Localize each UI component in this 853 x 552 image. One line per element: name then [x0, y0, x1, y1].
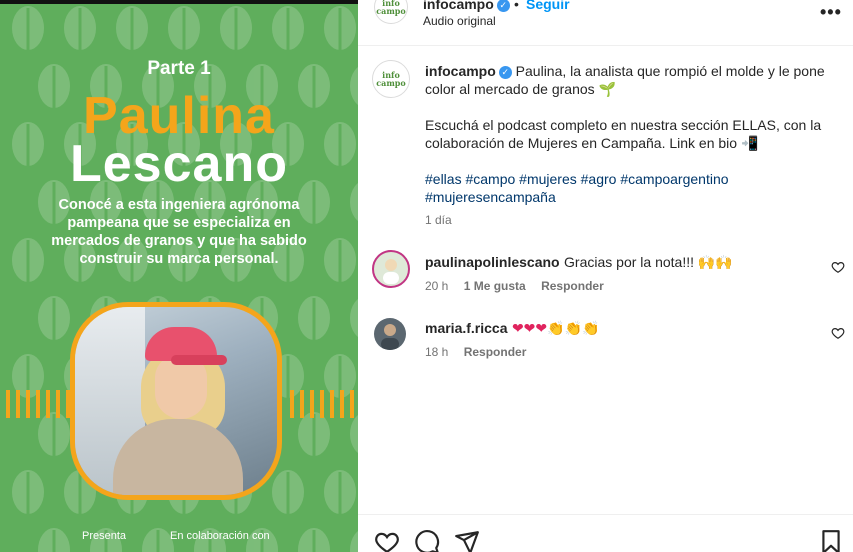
leaf-shape — [272, 6, 304, 50]
caption-text: infocampo ✓ Paulina, la analista que romp… — [425, 62, 835, 98]
comment-time: 20 h — [425, 279, 449, 293]
comment-username[interactable]: paulinapolinlescano — [425, 254, 560, 270]
leaf-shape — [64, 6, 96, 50]
comment-text: Gracias por la nota!!! 🙌🙌 — [564, 254, 733, 270]
leaf-shape — [168, 6, 200, 50]
audio-bars-right — [290, 390, 354, 418]
leaf-shape — [116, 6, 148, 50]
header-username[interactable]: infocampo ✓ — [423, 0, 510, 12]
heart-icon[interactable] — [831, 326, 845, 340]
commenter-avatar[interactable] — [374, 318, 406, 350]
portrait-photo — [70, 302, 282, 500]
leaf-shape — [272, 470, 304, 514]
audio-bars-left — [6, 390, 70, 418]
caption-username[interactable]: infocampo — [425, 63, 496, 79]
more-icon[interactable]: ••• — [820, 2, 842, 23]
post-side-panel: info campo infocampo ✓ • Seguir Audio ori… — [358, 0, 853, 552]
leaf-shape — [324, 470, 356, 514]
part-label: Parte 1 — [147, 58, 211, 79]
reply-button[interactable]: Responder — [541, 279, 604, 293]
leaf-shape — [350, 298, 358, 338]
leaf-shape — [38, 296, 70, 340]
caption-avatar[interactable]: info campo — [372, 60, 410, 98]
leaf-shape — [38, 528, 70, 552]
header-avatar[interactable]: info campo — [374, 0, 408, 24]
verified-icon: ✓ — [498, 66, 512, 79]
infocampo-logo-small: info campo — [376, 70, 406, 88]
commenter-avatar[interactable] — [372, 250, 410, 288]
last-name-title: Lescano — [70, 135, 288, 193]
follow-button[interactable]: Seguir — [526, 0, 570, 12]
leaf-shape — [298, 296, 330, 340]
bookmark-icon[interactable] — [818, 529, 844, 552]
comment-text: ❤❤❤👏👏👏 — [511, 320, 600, 336]
leaf-shape — [220, 6, 252, 50]
media-description: Conocé a esta ingeniera agrónoma pampean… — [51, 197, 307, 267]
reply-button[interactable]: Responder — [464, 345, 527, 359]
leaf-shape — [298, 412, 330, 456]
audio-original-link[interactable]: Audio original — [423, 14, 496, 28]
share-icon[interactable] — [454, 529, 480, 552]
separator-dot: • — [514, 0, 519, 12]
comment-icon[interactable] — [414, 529, 440, 552]
post-media[interactable]: Parte 1 Paulina Lescano Conocé a esta in… — [0, 0, 358, 552]
heart-icon[interactable] — [831, 260, 845, 274]
post-header: info campo infocampo ✓ • Seguir Audio ori… — [358, 0, 853, 46]
leaf-shape — [324, 6, 356, 50]
leaf-shape — [350, 414, 358, 454]
infocampo-logo: info campo — [376, 0, 406, 16]
comment-time: 18 h — [425, 345, 449, 359]
avatar-person-icon — [381, 324, 399, 350]
leaf-shape — [12, 470, 44, 514]
caption-time: 1 día — [425, 213, 452, 227]
presenta-label: Presenta — [82, 530, 127, 542]
leaf-shape — [298, 528, 330, 552]
comment-username[interactable]: maria.f.ricca — [425, 320, 508, 336]
leaf-shape — [324, 238, 356, 282]
action-bar — [358, 514, 853, 552]
leaf-shape — [350, 530, 358, 552]
comment-meta: 20 h 1 Me gusta Responder — [425, 279, 616, 293]
colaboracion-label: En colaboración con — [170, 530, 270, 542]
comment-likes[interactable]: 1 Me gusta — [464, 279, 526, 293]
avatar-person-icon — [383, 259, 399, 284]
caption-paragraph-2: Escuchá el podcast completo en nuestra s… — [425, 117, 822, 151]
header-username-text[interactable]: infocampo — [423, 0, 494, 12]
caption-hashtags[interactable]: #ellas #campo #mujeres #agro #campoargen… — [425, 170, 835, 206]
leaf-shape — [38, 412, 70, 456]
comment-meta: 18 h Responder — [425, 345, 538, 359]
leaf-shape — [12, 6, 44, 50]
heart-icon[interactable] — [374, 529, 400, 552]
verified-icon: ✓ — [496, 0, 510, 12]
